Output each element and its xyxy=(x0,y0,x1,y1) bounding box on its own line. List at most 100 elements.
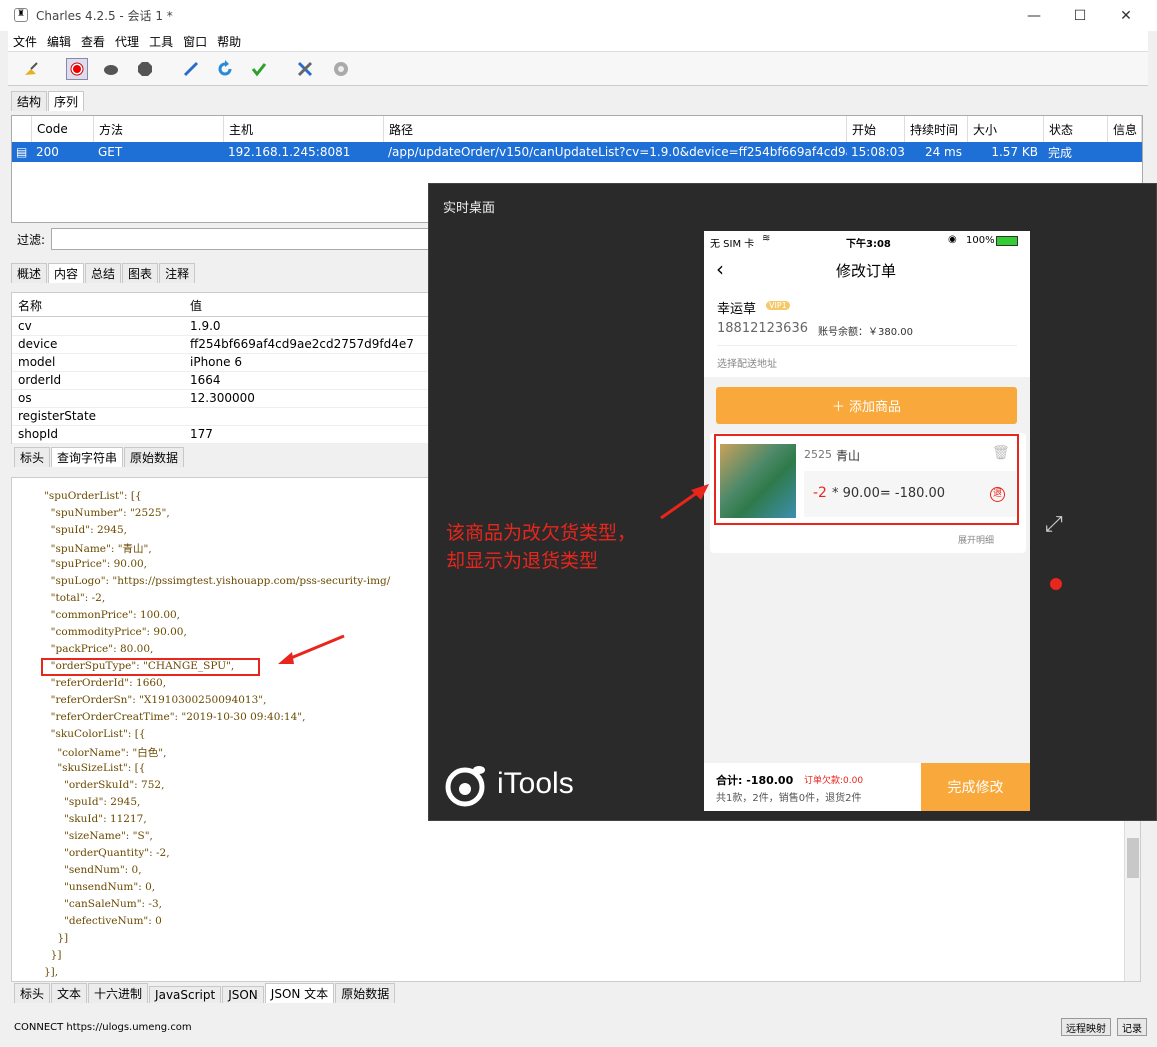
tab-query-string[interactable]: 查询字符串 xyxy=(51,447,124,467)
kv-row[interactable]: registerState xyxy=(12,408,430,426)
tab-structure[interactable]: 结构 xyxy=(11,91,48,111)
kv-row[interactable]: model iPhone 6 xyxy=(12,354,430,372)
throttle-icon[interactable] xyxy=(100,58,122,80)
kv-row[interactable]: cv 1.9.0 xyxy=(12,318,430,336)
col-status[interactable]: 状态 xyxy=(1044,116,1108,142)
gear-icon[interactable] xyxy=(330,58,352,80)
col-path[interactable]: 路径 xyxy=(384,116,847,142)
fullscreen-icon[interactable]: ⤢ xyxy=(1045,512,1063,537)
back-icon[interactable]: ‹ xyxy=(716,257,724,281)
view-tabs: 结构 序列 xyxy=(11,91,85,111)
phone-status-bar: 无 SIM 卡 ≋ 下午3:08 ◉ 100% xyxy=(704,231,1030,251)
kv-key: registerState xyxy=(18,409,97,423)
tab-contents[interactable]: 内容 xyxy=(48,263,85,283)
cell-duration: 24 ms xyxy=(924,145,962,159)
carrier: 无 SIM 卡 xyxy=(710,239,755,250)
kv-value: iPhone 6 xyxy=(190,355,242,369)
submit-button[interactable]: 完成修改 xyxy=(921,763,1030,811)
window-title: Charles 4.2.5 - 会话 1 * xyxy=(36,9,173,23)
filter-input[interactable] xyxy=(51,228,431,250)
json-line: "spuId": 2945, xyxy=(44,524,128,536)
pen-icon[interactable] xyxy=(180,58,202,80)
tab-summary[interactable]: 总结 xyxy=(85,263,122,283)
address-select[interactable]: 选择配送地址 xyxy=(717,355,777,370)
kv-row[interactable]: orderId 1664 xyxy=(12,372,430,390)
cell-info xyxy=(1108,142,1142,162)
menu-help[interactable]: 帮助 xyxy=(217,33,241,50)
tab-req-headers[interactable]: 标头 xyxy=(14,447,51,467)
broom-icon[interactable] xyxy=(20,58,42,80)
col-icon xyxy=(12,116,32,142)
json-line: "unsendNum": 0, xyxy=(44,881,156,893)
kv-row[interactable]: os 12.300000 xyxy=(12,390,430,408)
order-owed: 订单欠款:0.00 xyxy=(804,776,864,786)
json-line: "spuNumber": "2525", xyxy=(44,507,170,519)
kv-header-name: 名称 xyxy=(18,299,43,313)
kv-key: os xyxy=(18,391,32,405)
scrollbar-thumb[interactable] xyxy=(1127,838,1139,878)
app-icon: ♜ xyxy=(14,8,28,22)
arrow-left-annotation xyxy=(278,634,345,664)
expand-details[interactable]: 展开明细 xyxy=(958,533,994,546)
add-product-button[interactable]: ＋ 添加商品 xyxy=(716,387,1017,424)
customer-card[interactable]: 幸运草 VIP1 18812123636 账号余额：￥380.00 选择配送地址 xyxy=(704,287,1030,377)
remote-mapping-button[interactable]: 远程映射 xyxy=(1061,1018,1111,1036)
col-duration[interactable]: 持续时间 xyxy=(905,116,968,142)
tab-overview[interactable]: 概述 xyxy=(11,263,48,283)
json-line: "orderQuantity": -2, xyxy=(44,847,170,859)
col-code[interactable]: Code xyxy=(32,116,94,142)
menu-file[interactable]: 文件 xyxy=(13,33,37,50)
menu-proxy[interactable]: 代理 xyxy=(115,33,139,50)
breakpoint-icon[interactable] xyxy=(134,58,156,80)
tab-text[interactable]: 文本 xyxy=(51,983,88,1003)
order-footer: 合计: -180.00 订单欠款:0.00 共1款，2件，销售0件，退货2件 xyxy=(704,763,921,811)
tab-req-raw[interactable]: 原始数据 xyxy=(124,447,185,467)
menu-edit[interactable]: 编辑 xyxy=(47,33,71,50)
record-button[interactable]: 记录 xyxy=(1117,1018,1147,1036)
col-info[interactable]: 信息 xyxy=(1108,116,1142,142)
close-button[interactable]: ✕ xyxy=(1103,0,1149,31)
itools-logo: iTools xyxy=(443,759,593,809)
tab-hex[interactable]: 十六进制 xyxy=(88,983,149,1003)
kv-row[interactable]: shopId 177 xyxy=(12,426,430,444)
tab-json[interactable]: JSON xyxy=(222,986,264,1003)
kv-value: 177 xyxy=(190,427,213,441)
minimize-button[interactable]: — xyxy=(1011,0,1057,31)
cell-size: 1.57 KB xyxy=(991,145,1038,159)
tab-javascript[interactable]: JavaScript xyxy=(149,986,222,1003)
col-method[interactable]: 方法 xyxy=(94,116,224,142)
page-title: 修改订单 xyxy=(836,262,897,280)
maximize-button[interactable]: ☐ xyxy=(1057,0,1103,31)
refresh-icon[interactable] xyxy=(214,58,236,80)
menu-tools[interactable]: 工具 xyxy=(149,33,173,50)
menu-window[interactable]: 窗口 xyxy=(183,33,207,50)
status-bar: CONNECT https://ulogs.umeng.com xyxy=(8,1016,1148,1038)
col-start[interactable]: 开始 xyxy=(847,116,905,142)
col-host[interactable]: 主机 xyxy=(224,116,384,142)
kv-value: 1.9.0 xyxy=(190,319,221,333)
kv-key: device xyxy=(18,337,58,351)
record-dot-icon[interactable] xyxy=(1050,578,1062,590)
table-row[interactable]: ▤ 200 GET 192.168.1.245:8081 /app/update… xyxy=(12,142,1142,162)
kv-row[interactable]: device ff254bf669af4cd9ae2cd2757d9fd4e7 xyxy=(12,336,430,354)
json-line: "orderSkuId": 752, xyxy=(44,779,165,791)
order-summary: 共1款，2件，销售0件，退货2件 xyxy=(716,793,862,804)
highlight-box xyxy=(41,658,260,676)
record-icon[interactable] xyxy=(66,58,88,80)
customer-phone: 18812123636 xyxy=(717,321,808,336)
tab-chart[interactable]: 图表 xyxy=(122,263,159,283)
col-size[interactable]: 大小 xyxy=(968,116,1044,142)
check-icon[interactable] xyxy=(248,58,270,80)
tab-json-text[interactable]: JSON 文本 xyxy=(264,983,335,1003)
account-balance: 账号余额：￥380.00 xyxy=(818,327,913,338)
menu-view[interactable]: 查看 xyxy=(81,33,105,50)
tab-resp-raw[interactable]: 原始数据 xyxy=(335,983,396,1003)
tab-resp-headers[interactable]: 标头 xyxy=(14,983,51,1003)
kv-key: shopId xyxy=(18,427,58,441)
filter-bar: 过滤: xyxy=(11,225,431,253)
tab-notes[interactable]: 注释 xyxy=(159,263,196,283)
tools-icon[interactable] xyxy=(294,58,316,80)
tab-sequence[interactable]: 序列 xyxy=(48,91,85,111)
json-line: "spuLogo": "https://pssimgtest.yishouapp… xyxy=(44,575,391,587)
kv-key: model xyxy=(18,355,56,369)
